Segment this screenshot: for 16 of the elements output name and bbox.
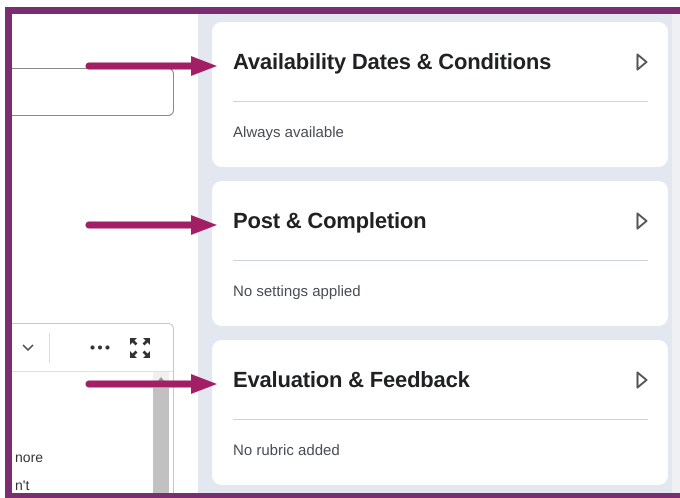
card-summary: No rubric added	[233, 442, 341, 459]
card-title: Post & Completion	[233, 208, 426, 234]
editor-text: n't	[15, 477, 30, 493]
input-field[interactable]	[12, 68, 174, 116]
more-icon[interactable]	[90, 345, 110, 350]
fullscreen-icon[interactable]	[129, 336, 151, 358]
scrollbar-track[interactable]	[672, 14, 680, 493]
expand-toggle-icon[interactable]	[636, 52, 648, 70]
expand-toggle-icon[interactable]	[636, 370, 648, 388]
card-title: Evaluation & Feedback	[233, 366, 470, 392]
card-summary: Always available	[233, 124, 345, 141]
card-summary: No settings applied	[233, 283, 362, 300]
expand-toggle-icon[interactable]	[636, 212, 648, 230]
chevron-down-icon[interactable]	[22, 344, 34, 352]
card-title: Availability Dates & Conditions	[233, 48, 552, 74]
editor-text: nore	[15, 449, 44, 465]
